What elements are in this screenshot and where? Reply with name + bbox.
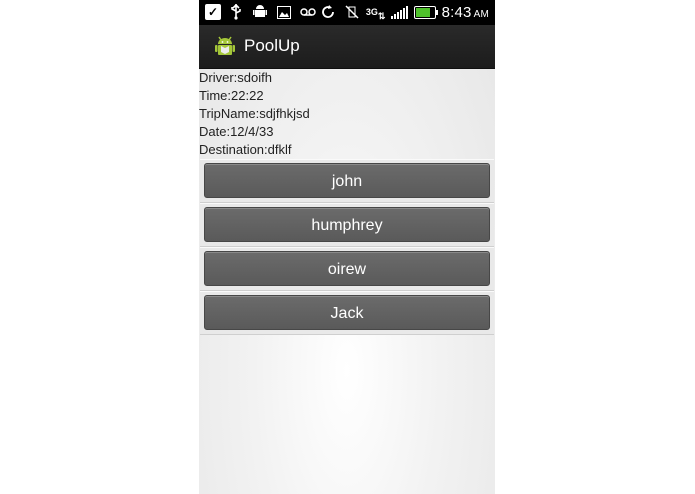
android-app-icon	[213, 34, 237, 58]
passenger-button[interactable]: oirew	[204, 251, 490, 286]
usb-icon	[227, 3, 245, 21]
status-clock: 8:43 AM	[441, 3, 489, 21]
voicemail-icon	[299, 3, 317, 21]
3g-data-icon: 3G ⇅	[365, 6, 386, 21]
vibrate-off-icon	[343, 3, 361, 21]
phone-screen: ✓ 3G ⇅ 8:43 AM PoolUp Driver:sdoifh Time…	[199, 0, 495, 494]
image-icon	[275, 3, 293, 21]
sync-icon	[319, 3, 337, 21]
system-icons: 3G ⇅ 8:43 AM	[319, 3, 489, 21]
time-text: Time:22:22	[199, 88, 264, 103]
destination-text: Destination:dfklf	[199, 142, 292, 157]
battery-icon	[413, 5, 438, 19]
trip-name-text: TripName:sdjfhkjsd	[199, 106, 310, 121]
list-item: john	[200, 159, 494, 203]
app-title: PoolUp	[244, 36, 300, 55]
notification-icons: ✓	[205, 3, 317, 21]
driver-text: Driver:sdoifh	[199, 70, 272, 85]
list-item: oirew	[200, 247, 494, 291]
list-item: humphrey	[200, 203, 494, 247]
passenger-button[interactable]: Jack	[204, 295, 490, 330]
trip-details: Driver:sdoifh Time:22:22 TripName:sdjfhk…	[199, 69, 495, 159]
check-notification-icon: ✓	[205, 4, 221, 20]
status-bar: ✓ 3G ⇅ 8:43 AM	[199, 0, 495, 25]
date-text: Date:12/4/33	[199, 124, 274, 139]
android-debug-icon	[251, 3, 269, 21]
action-bar: PoolUp	[199, 25, 495, 69]
passenger-button[interactable]: humphrey	[204, 207, 490, 242]
list-item: Jack	[200, 291, 494, 335]
passenger-button[interactable]: john	[204, 163, 490, 198]
signal-strength-icon	[390, 5, 408, 19]
